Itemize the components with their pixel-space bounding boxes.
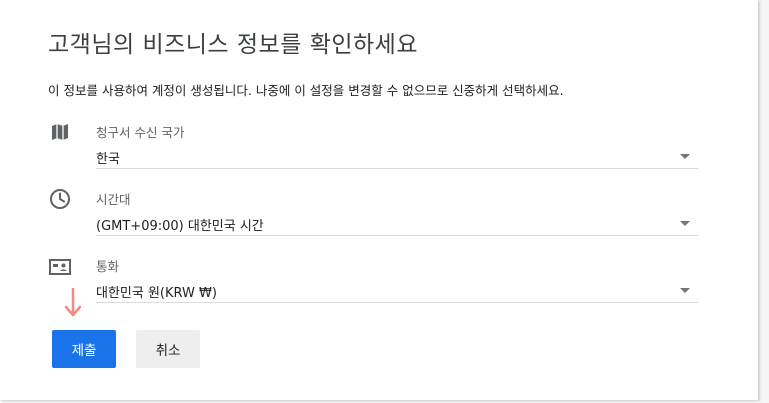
submit-button[interactable]: 제출 <box>52 330 116 368</box>
currency-select[interactable]: 대한민국 원(KRW ₩) <box>96 278 698 303</box>
page-title: 고객님의 비즈니스 정보를 확인하세요 <box>48 32 418 58</box>
arrow-down-icon <box>63 287 83 318</box>
clock-icon <box>48 187 72 211</box>
currency-label: 통화 <box>96 259 120 274</box>
chevron-down-icon <box>680 221 690 226</box>
page-gutter <box>758 0 769 403</box>
billing-country-value: 한국 <box>96 152 120 167</box>
timezone-value: (GMT+09:00) 대한민국 시간 <box>96 219 264 234</box>
description-text: 이 정보를 사용하여 계정이 생성됩니다. 나중에 이 설정을 변경할 수 없으… <box>48 83 564 98</box>
billing-country-label: 청구서 수신 국가 <box>96 125 185 140</box>
timezone-select[interactable]: (GMT+09:00) 대한민국 시간 <box>96 211 698 236</box>
chevron-down-icon <box>680 154 690 159</box>
cancel-button[interactable]: 취소 <box>136 330 200 368</box>
business-info-card: 고객님의 비즈니스 정보를 확인하세요 이 정보를 사용하여 계정이 생성됩니다… <box>0 0 758 400</box>
map-icon <box>48 120 72 144</box>
billing-country-select[interactable]: 한국 <box>96 144 698 169</box>
timezone-label: 시간대 <box>96 192 131 207</box>
currency-card-icon <box>48 255 72 279</box>
currency-value: 대한민국 원(KRW ₩) <box>96 286 217 301</box>
chevron-down-icon <box>680 288 690 293</box>
